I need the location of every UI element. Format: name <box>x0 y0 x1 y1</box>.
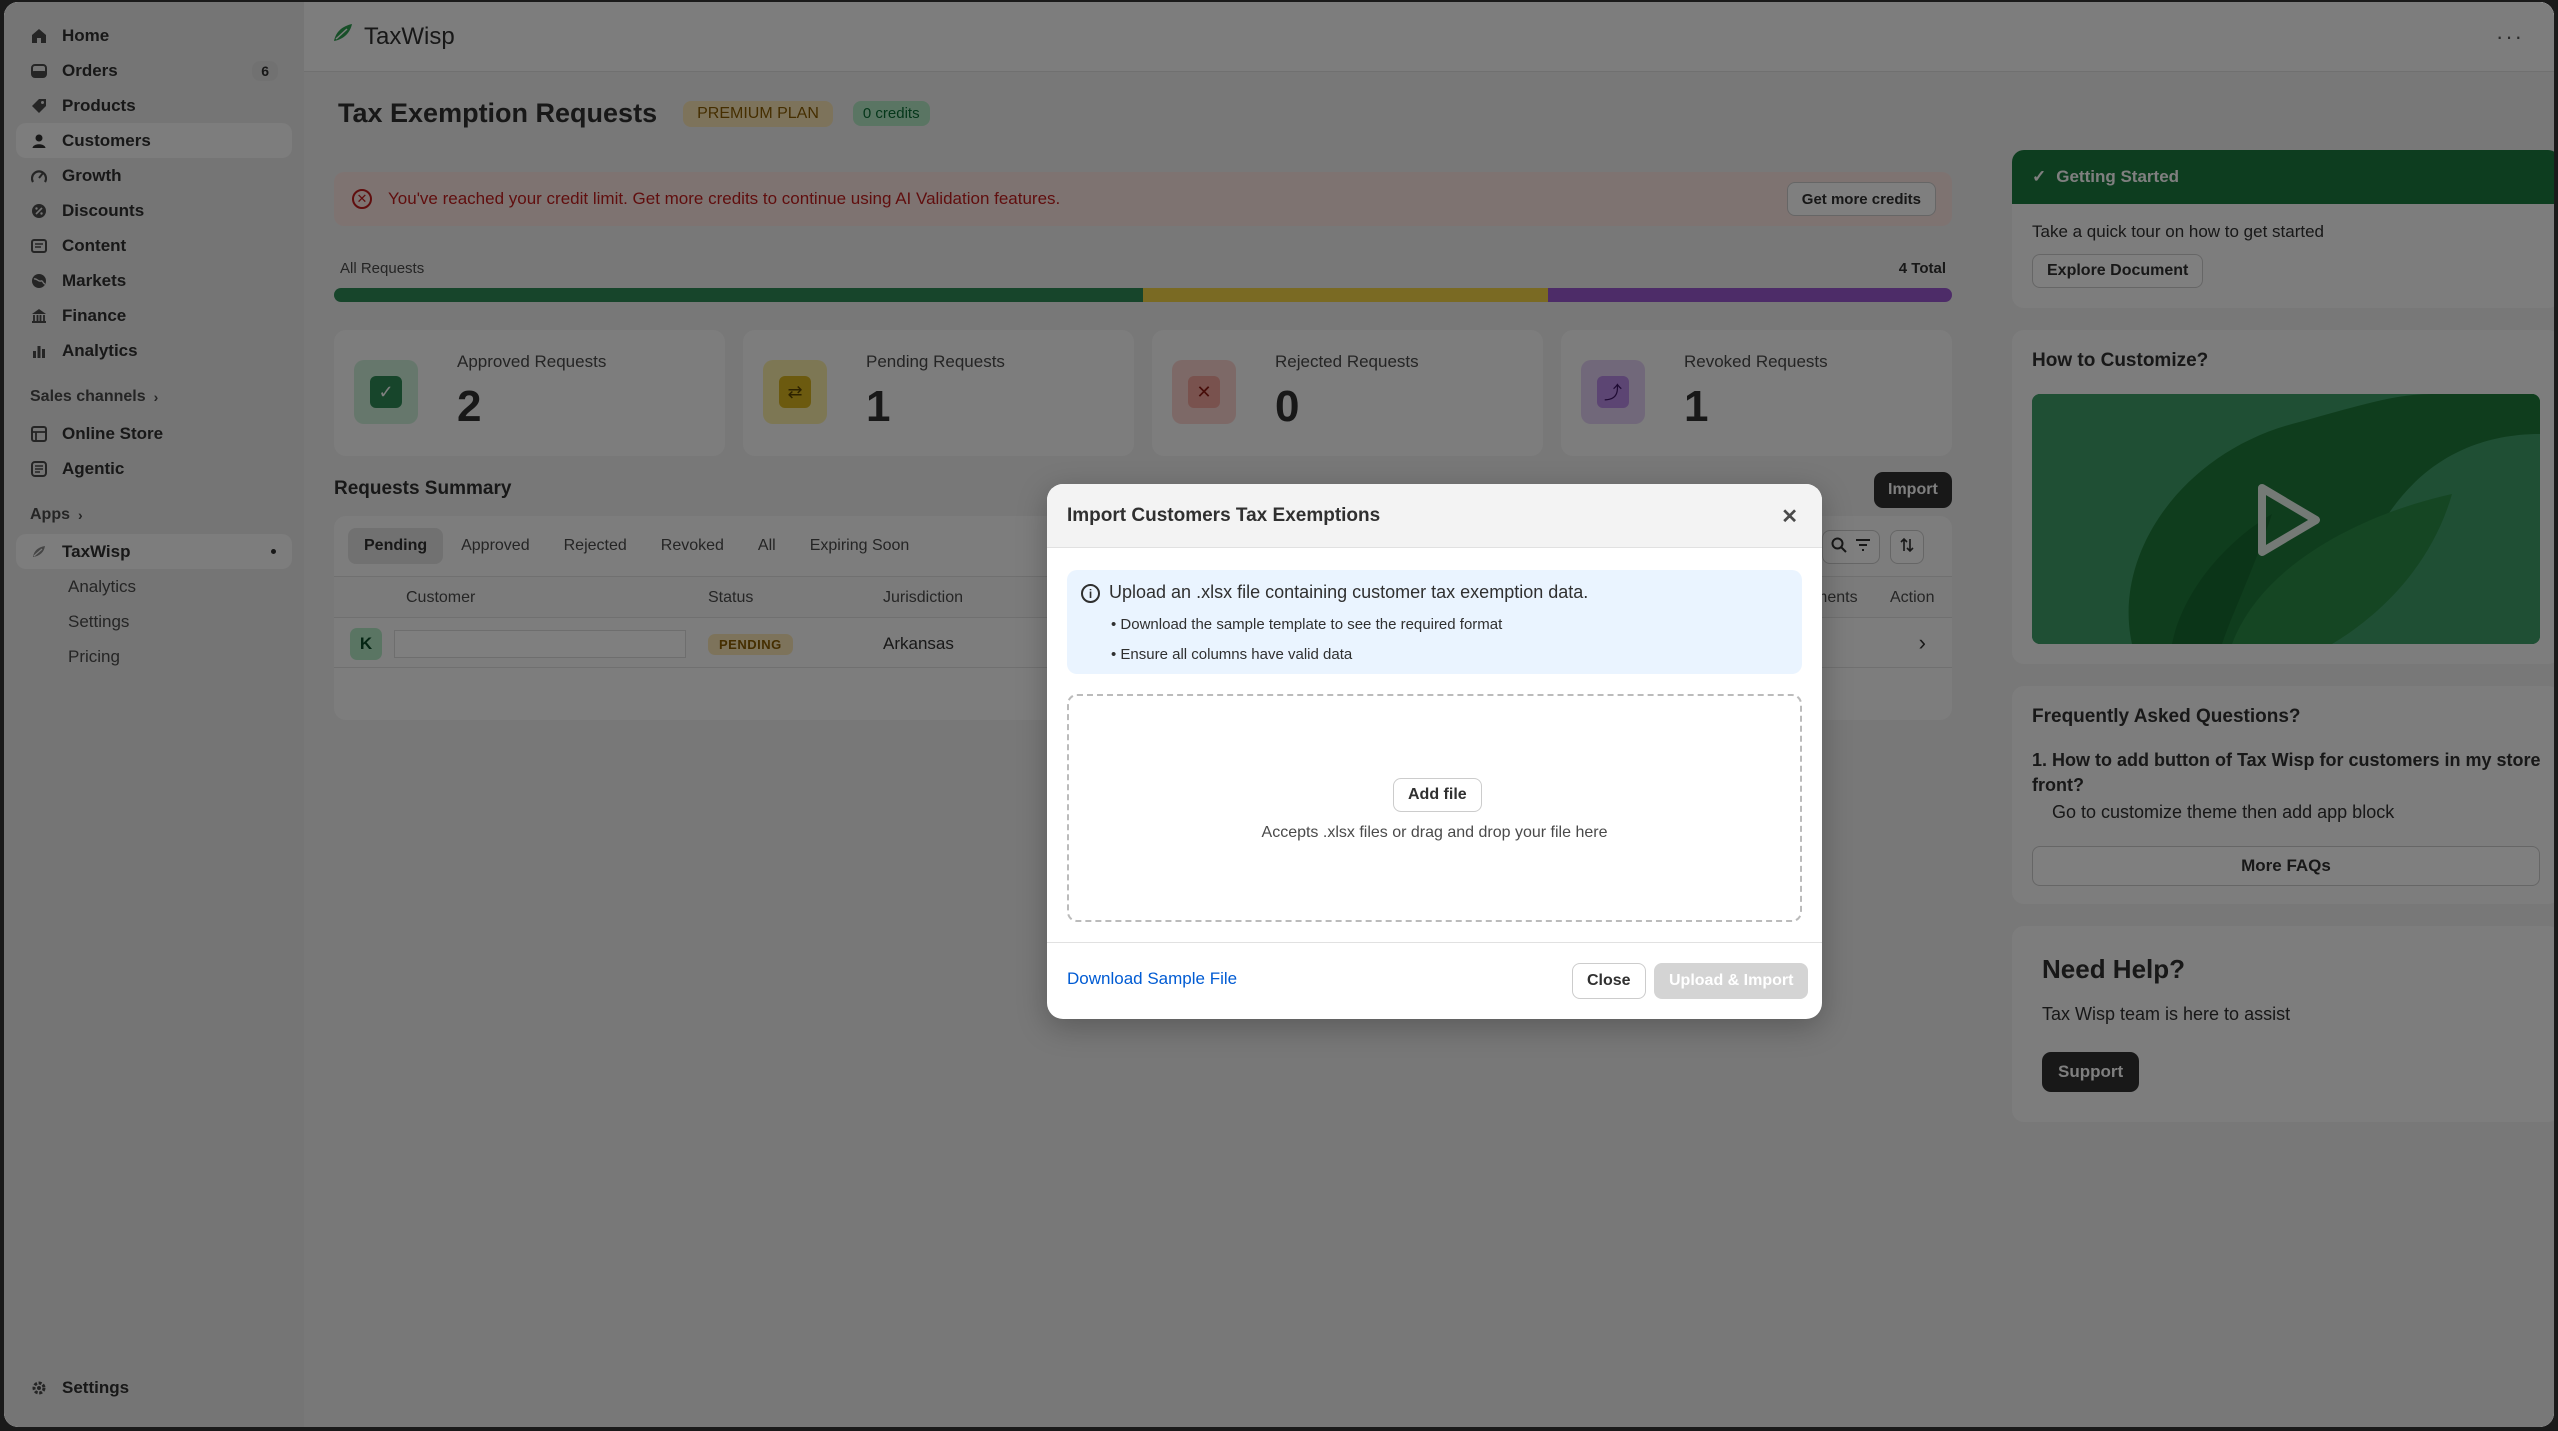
info-icon: i <box>1081 584 1100 603</box>
import-modal: Import Customers Tax Exemptions ✕ i Uplo… <box>1047 484 1822 1019</box>
add-file-button[interactable]: Add file <box>1393 778 1482 812</box>
dropzone-hint: Accepts .xlsx files or drag and drop you… <box>1261 824 1608 841</box>
info-title: Upload an .xlsx file containing customer… <box>1109 582 1589 602</box>
download-sample-link[interactable]: Download Sample File <box>1067 969 1237 989</box>
modal-header: Import Customers Tax Exemptions ✕ <box>1047 484 1822 548</box>
info-bullet: • Download the sample template to see th… <box>1111 616 1503 633</box>
info-banner: i Upload an .xlsx file containing custom… <box>1067 570 1802 674</box>
upload-import-button[interactable]: Upload & Import <box>1654 963 1809 999</box>
close-icon[interactable]: ✕ <box>1781 504 1798 529</box>
file-dropzone[interactable]: Add file Accepts .xlsx files or drag and… <box>1067 694 1802 922</box>
modal-title: Import Customers Tax Exemptions <box>1067 504 1381 526</box>
info-bullet: • Ensure all columns have valid data <box>1111 646 1353 663</box>
close-button[interactable]: Close <box>1572 963 1646 999</box>
modal-footer: Download Sample File Close Upload & Impo… <box>1047 942 1822 1019</box>
app-window: Home Orders 6 Products Customers Growth … <box>4 2 2554 1427</box>
